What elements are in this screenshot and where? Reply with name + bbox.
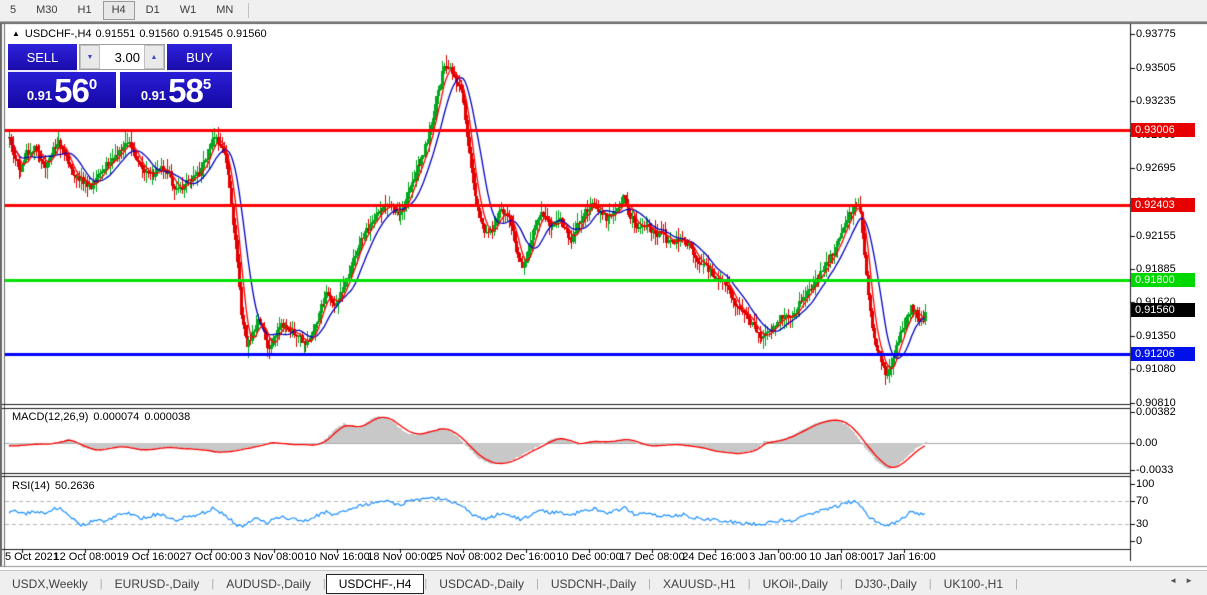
time-axis-label: 12 Oct 08:00 <box>54 551 117 563</box>
macd-name: MACD(12,26,9) <box>12 411 88 423</box>
rsi-value: 50.2636 <box>55 480 95 492</box>
macd-value-main: 0.000074 <box>93 411 139 423</box>
macd-value-signal: 0.000038 <box>144 411 190 423</box>
time-axis-label: 5 Oct 2021 <box>5 551 59 563</box>
sell-price-big: 56 <box>54 76 89 106</box>
ohlc-low: 0.91545 <box>183 28 223 40</box>
price-axis-tick: 0.92155 <box>1136 230 1176 242</box>
chart-tab-bar: USDX,Weekly|EURUSD-,Daily|AUDUSD-,Daily|… <box>0 570 1207 595</box>
price-axis-tick: 0.91080 <box>1136 363 1176 375</box>
chart-tab-usdcnh-daily[interactable]: USDCNH-,Daily <box>539 574 648 594</box>
rsi-axis-tick: 100 <box>1136 478 1154 490</box>
price-level-badge: 0.91800 <box>1131 273 1195 287</box>
price-axis-tick: 0.92695 <box>1136 162 1176 174</box>
price-axis-tick: 0.93775 <box>1136 28 1176 40</box>
volume-spinner: ▼ ▲ <box>79 44 165 70</box>
current-price-badge: 0.91560 <box>1131 303 1195 317</box>
chart-tab-eurusd-daily[interactable]: EURUSD-,Daily <box>103 574 212 594</box>
price-axis-tick: 0.91350 <box>1136 330 1176 342</box>
time-axis-label: 25 Nov 08:00 <box>430 551 495 563</box>
sell-price-prefix: 0.91 <box>27 86 52 106</box>
tab-divider: | <box>1015 578 1018 590</box>
sell-button[interactable]: SELL <box>8 44 77 72</box>
time-axis-label: 24 Dec 16:00 <box>682 551 747 563</box>
volume-input[interactable] <box>100 45 144 69</box>
time-axis-label: 10 Dec 00:00 <box>556 551 621 563</box>
tab-scroll-right-icon[interactable]: ► <box>1185 576 1201 585</box>
chart-tab-usdcad-daily[interactable]: USDCAD-,Daily <box>427 574 536 594</box>
price-axis-tick: 0.93505 <box>1136 62 1176 74</box>
time-axis-label: 17 Dec 08:00 <box>619 551 684 563</box>
price-level-badge: 0.93006 <box>1131 123 1195 137</box>
chart-symbol: USDCHF-,H4 <box>25 28 92 40</box>
chart-tab-dj30-daily[interactable]: DJ30-,Daily <box>843 574 929 594</box>
rsi-name: RSI(14) <box>12 480 50 492</box>
chart-tab-xauusd-h1[interactable]: XAUUSD-,H1 <box>651 574 748 594</box>
ohlc-open: 0.91551 <box>96 28 136 40</box>
chart-tab-usdchf-h4[interactable]: USDCHF-,H4 <box>326 574 425 594</box>
rsi-axis-tick: 30 <box>1136 518 1148 530</box>
tab-scroll-left-icon[interactable]: ◄ <box>1169 576 1185 585</box>
price-level-badge: 0.92403 <box>1131 198 1195 212</box>
buy-price-sup: 5 <box>203 78 211 92</box>
macd-axis-tick: 0.00 <box>1136 437 1157 449</box>
mt4-terminal: 5M30H1H4D1W1MN ▲USDCHF-,H40.915510.91560… <box>0 0 1207 595</box>
ohlc-high: 0.91560 <box>139 28 179 40</box>
time-axis-label: 10 Nov 16:00 <box>304 551 369 563</box>
time-axis-label: 19 Oct 16:00 <box>117 551 180 563</box>
ohlc-close: 0.91560 <box>227 28 267 40</box>
one-click-trading-panel: SELL ▼ ▲ BUY 0.91 56 0 0.91 58 5 <box>8 44 232 108</box>
chart-tab-uk100-h1[interactable]: UK100-,H1 <box>932 574 1015 594</box>
time-axis-label: 10 Jan 08:00 <box>809 551 873 563</box>
sell-price-button[interactable]: 0.91 56 0 <box>8 72 116 108</box>
chart-tab-ukoil-daily[interactable]: UKOil-,Daily <box>751 574 840 594</box>
buy-price-button[interactable]: 0.91 58 5 <box>120 72 232 108</box>
chart-title: ▲USDCHF-,H40.915510.915600.915450.91560 <box>12 28 271 40</box>
macd-axis-tick: 0.00382 <box>1136 406 1176 418</box>
buy-price-prefix: 0.91 <box>141 86 166 106</box>
time-axis-label: 2 Dec 16:00 <box>496 551 555 563</box>
macd-indicator-label: MACD(12,26,9) 0.000074 0.000038 <box>12 411 195 423</box>
time-axis-label: 18 Nov 00:00 <box>367 551 432 563</box>
time-axis-label: 3 Nov 08:00 <box>244 551 303 563</box>
buy-button[interactable]: BUY <box>167 44 232 72</box>
buy-price-big: 58 <box>168 76 203 106</box>
time-axis-label: 3 Jan 00:00 <box>749 551 807 563</box>
time-axis-label: 27 Oct 00:00 <box>180 551 243 563</box>
collapse-triangle-icon[interactable]: ▲ <box>12 29 20 38</box>
macd-axis-tick: -0.0033 <box>1136 464 1173 476</box>
tab-scroll-arrows[interactable]: ◄► <box>1169 576 1201 585</box>
volume-increase-icon[interactable]: ▲ <box>144 45 164 69</box>
rsi-axis-tick: 70 <box>1136 495 1148 507</box>
time-axis-label: 17 Jan 16:00 <box>872 551 936 563</box>
sell-price-sup: 0 <box>89 78 97 92</box>
chart-tab-usdx-weekly[interactable]: USDX,Weekly <box>0 574 100 594</box>
rsi-indicator-label: RSI(14) 50.2636 <box>12 480 100 492</box>
price-axis-tick: 0.93235 <box>1136 95 1176 107</box>
volume-decrease-icon[interactable]: ▼ <box>80 45 100 69</box>
price-level-badge: 0.91206 <box>1131 347 1195 361</box>
rsi-axis-tick: 0 <box>1136 535 1142 547</box>
chart-tab-audusd-daily[interactable]: AUDUSD-,Daily <box>214 574 323 594</box>
